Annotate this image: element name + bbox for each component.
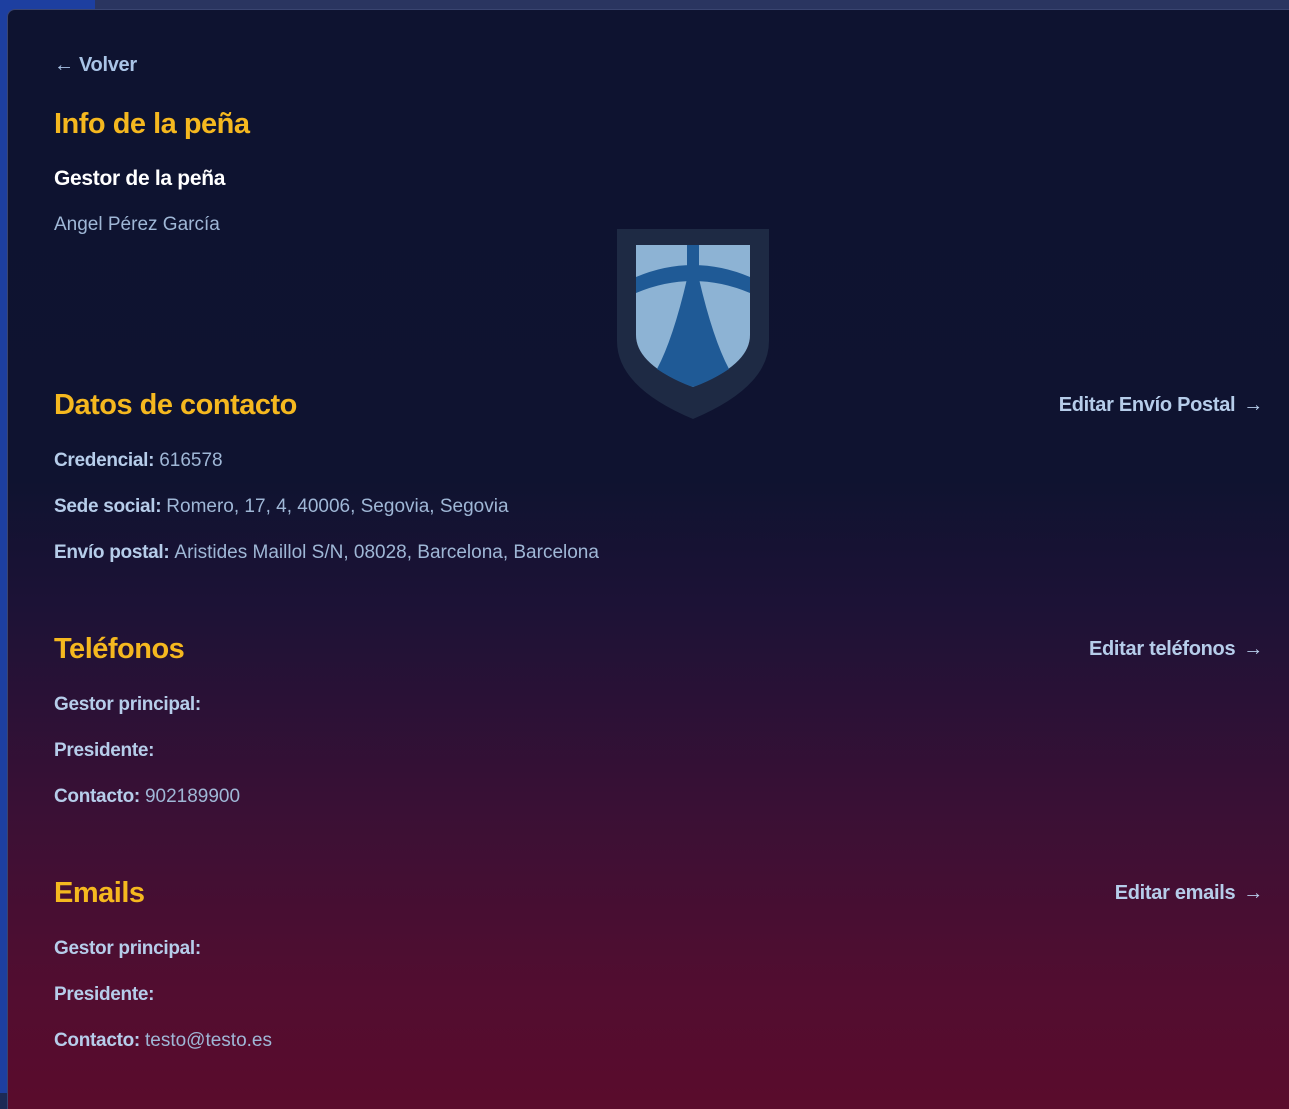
back-link-label: Volver (78, 54, 137, 76)
phone-president-label: Presidente: (54, 740, 155, 761)
arrow-right-icon: → (1243, 394, 1263, 416)
postal-address-value: Aristides Maillol S/N, 08028, Barcelona,… (174, 542, 599, 563)
phone-contact-row: Contacto: 902189900 (54, 786, 240, 808)
credential-row: Credencial: 616578 (54, 450, 223, 472)
email-contact-row: Contacto: testo@testo.es (54, 1030, 272, 1052)
emails-section-title: Emails (54, 877, 145, 909)
email-main-manager-row: Gestor principal: (54, 938, 206, 960)
email-president-row: Presidente: (54, 984, 159, 1006)
phone-main-manager-label: Gestor principal: (54, 694, 201, 715)
back-link[interactable]: ← Volver (54, 54, 137, 77)
edit-postal-label: Editar Envío Postal (1058, 394, 1236, 416)
contact-section-title: Datos de contacto (54, 389, 297, 421)
phone-main-manager-row: Gestor principal: (54, 694, 206, 716)
manager-heading: Gestor de la peña (54, 167, 226, 190)
phone-president-row: Presidente: (54, 740, 159, 762)
headquarters-label: Sede social: (54, 496, 162, 517)
info-section-title: Info de la peña (54, 108, 250, 140)
email-main-manager-label: Gestor principal: (54, 938, 201, 959)
postal-address-row: Envío postal: Aristides Maillol S/N, 0802… (54, 542, 599, 564)
arrow-left-icon: ← (54, 54, 74, 76)
edit-emails-label: Editar emails (1114, 882, 1236, 904)
postal-address-label: Envío postal: (54, 542, 170, 563)
arrow-right-icon: → (1243, 882, 1263, 904)
credential-value: 616578 (159, 450, 223, 471)
headquarters-value: Romero, 17, 4, 40006, Segovia, Segovia (166, 496, 509, 517)
headquarters-row: Sede social: Romero, 17, 4, 40006, Segovi… (54, 496, 509, 518)
phone-contact-label: Contacto: (54, 786, 140, 807)
email-contact-label: Contacto: (54, 1030, 140, 1051)
email-contact-value: testo@testo.es (144, 1030, 272, 1051)
edit-emails-link[interactable]: Editar emails → (1114, 882, 1264, 905)
pena-info-panel: ← Volver Info de la peña Gestor de la pe… (7, 9, 1289, 1109)
email-president-label: Presidente: (54, 984, 155, 1005)
phones-section-title: Teléfonos (54, 633, 185, 665)
edit-postal-link[interactable]: Editar Envío Postal → (1058, 394, 1264, 417)
edit-phones-label: Editar teléfonos (1088, 638, 1236, 660)
manager-name: Angel Pérez García (54, 214, 220, 235)
arrow-right-icon: → (1243, 638, 1263, 660)
club-shield-crest-icon (617, 229, 769, 419)
phone-contact-value: 902189900 (144, 786, 241, 807)
credential-label: Credencial: (54, 450, 155, 471)
edit-phones-link[interactable]: Editar teléfonos → (1089, 638, 1263, 661)
